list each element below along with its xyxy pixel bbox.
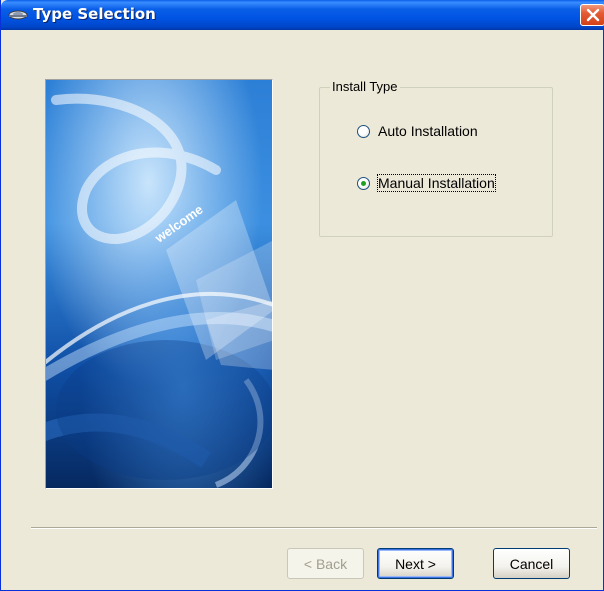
install-type-group	[319, 87, 553, 237]
window-title: Type Selection	[33, 5, 156, 23]
disc-drive-icon	[8, 8, 28, 22]
manual-installation-option[interactable]: Manual Installation	[357, 174, 496, 192]
auto-installation-radio[interactable]	[357, 124, 370, 138]
footer-separator	[31, 527, 597, 529]
type-selection-window: Type Selection welcome Install Type Auto…	[0, 0, 604, 591]
auto-installation-label[interactable]: Auto Installation	[378, 123, 478, 139]
back-button[interactable]: < Back	[287, 548, 364, 579]
cancel-button[interactable]: Cancel	[493, 548, 570, 579]
next-button[interactable]: Next >	[377, 548, 454, 579]
close-button[interactable]	[580, 4, 604, 26]
close-icon	[586, 8, 600, 22]
manual-installation-label[interactable]: Manual Installation	[377, 174, 496, 192]
manual-installation-radio[interactable]	[357, 176, 370, 190]
title-bar[interactable]: Type Selection	[1, 0, 604, 30]
welcome-banner-image: welcome	[45, 79, 273, 489]
install-type-legend: Install Type	[330, 79, 400, 94]
auto-installation-option[interactable]: Auto Installation	[357, 123, 478, 139]
